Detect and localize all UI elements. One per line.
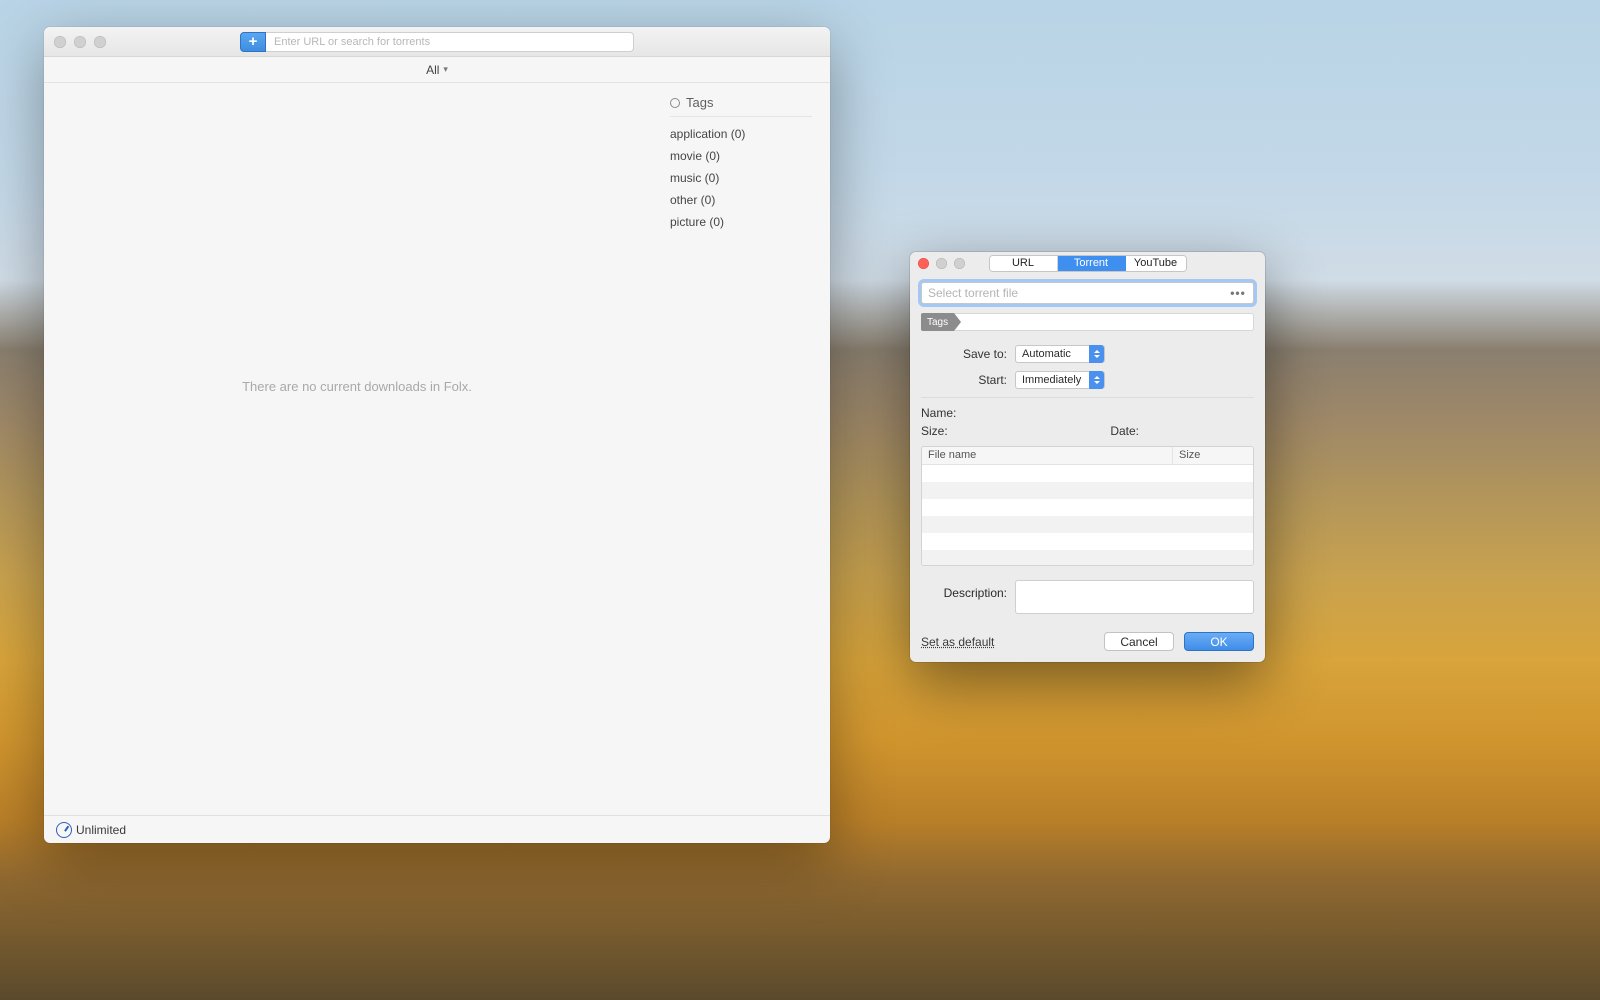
table-row xyxy=(922,499,1253,516)
main-body: There are no current downloads in Folx. … xyxy=(44,83,830,815)
tag-item-application[interactable]: application (0) xyxy=(670,127,812,141)
start-value: Immediately xyxy=(1022,374,1081,386)
segment-url[interactable]: URL xyxy=(990,256,1058,271)
file-table: File name Size xyxy=(921,446,1254,566)
tags-field[interactable]: Tags xyxy=(921,313,1254,331)
tag-item-movie[interactable]: movie (0) xyxy=(670,149,812,163)
start-select[interactable]: Immediately xyxy=(1015,371,1105,389)
table-row xyxy=(922,533,1253,550)
column-size[interactable]: Size xyxy=(1173,447,1253,464)
dialog-traffic-lights xyxy=(918,258,965,269)
column-filename[interactable]: File name xyxy=(922,447,1173,464)
cancel-button[interactable]: Cancel xyxy=(1104,632,1174,651)
empty-state-message: There are no current downloads in Folx. xyxy=(44,379,670,394)
size-label: Size: xyxy=(921,424,948,438)
filter-label: All xyxy=(426,63,439,77)
ok-button[interactable]: OK xyxy=(1184,632,1254,651)
tags-header-label: Tags xyxy=(686,95,713,110)
start-label: Start: xyxy=(921,373,1015,387)
toolbar-center: + xyxy=(240,32,634,52)
tag-item-picture[interactable]: picture (0) xyxy=(670,215,812,229)
stepper-icon xyxy=(1089,345,1104,363)
name-row: Name: xyxy=(921,406,1254,420)
main-titlebar: + xyxy=(44,27,830,57)
filter-bar[interactable]: All ▾ xyxy=(44,57,830,83)
minimize-dot[interactable] xyxy=(74,36,86,48)
desktop-background: + All ▾ There are no current downloads i… xyxy=(0,0,1600,1000)
file-table-header: File name Size xyxy=(922,447,1253,465)
tags-header: Tags xyxy=(670,95,812,117)
add-button[interactable]: + xyxy=(240,32,266,52)
segment-youtube[interactable]: YouTube xyxy=(1126,256,1186,271)
table-row xyxy=(922,482,1253,499)
dialog-minimize-dot xyxy=(936,258,947,269)
tag-icon xyxy=(670,98,680,108)
save-to-select[interactable]: Automatic xyxy=(1015,345,1105,363)
torrent-file-input[interactable] xyxy=(928,286,1227,300)
description-row: Description: xyxy=(921,580,1254,614)
torrent-file-field[interactable]: ••• xyxy=(921,282,1254,304)
source-segmented-control: URL Torrent YouTube xyxy=(989,255,1187,272)
new-task-dialog: URL Torrent YouTube ••• Tags Save to: Au… xyxy=(910,252,1265,662)
speed-gauge-icon[interactable] xyxy=(56,822,72,838)
status-label: Unlimited xyxy=(76,823,126,837)
start-row: Start: Immediately xyxy=(921,371,1254,389)
dialog-zoom-dot xyxy=(954,258,965,269)
close-dot[interactable] xyxy=(54,36,66,48)
table-row xyxy=(922,516,1253,533)
main-window: + All ▾ There are no current downloads i… xyxy=(44,27,830,843)
dialog-body: ••• Tags Save to: Automatic Start: Immed… xyxy=(910,274,1265,662)
divider xyxy=(921,397,1254,398)
chevron-down-icon: ▾ xyxy=(443,64,448,75)
set-as-default-link[interactable]: Set as default xyxy=(921,635,994,649)
size-date-row: Size: Date: xyxy=(921,424,1254,438)
tag-item-other[interactable]: other (0) xyxy=(670,193,812,207)
stepper-icon xyxy=(1089,371,1104,389)
table-row xyxy=(922,465,1253,482)
dialog-close-dot[interactable] xyxy=(918,258,929,269)
search-input[interactable] xyxy=(266,32,634,52)
tags-chip: Tags xyxy=(921,313,954,331)
name-label: Name: xyxy=(921,406,956,420)
description-input[interactable] xyxy=(1015,580,1254,614)
save-to-value: Automatic xyxy=(1022,348,1071,360)
table-row xyxy=(922,550,1253,566)
tag-list: application (0) movie (0) music (0) othe… xyxy=(670,127,812,229)
dialog-footer: Set as default Cancel OK xyxy=(921,632,1254,651)
save-to-label: Save to: xyxy=(921,347,1015,361)
tags-sidebar: Tags application (0) movie (0) music (0)… xyxy=(670,83,830,815)
segment-torrent[interactable]: Torrent xyxy=(1058,256,1126,271)
dialog-titlebar: URL Torrent YouTube xyxy=(910,252,1265,274)
zoom-dot[interactable] xyxy=(94,36,106,48)
browse-button[interactable]: ••• xyxy=(1227,286,1249,300)
downloads-area: There are no current downloads in Folx. xyxy=(44,83,670,815)
status-bar: Unlimited xyxy=(44,815,830,843)
main-traffic-lights xyxy=(54,36,106,48)
options-section: Save to: Automatic Start: Immediately xyxy=(921,345,1254,389)
file-table-body xyxy=(922,465,1253,565)
save-to-row: Save to: Automatic xyxy=(921,345,1254,363)
date-label: Date: xyxy=(1110,424,1139,438)
description-label: Description: xyxy=(921,580,1015,600)
tag-item-music[interactable]: music (0) xyxy=(670,171,812,185)
